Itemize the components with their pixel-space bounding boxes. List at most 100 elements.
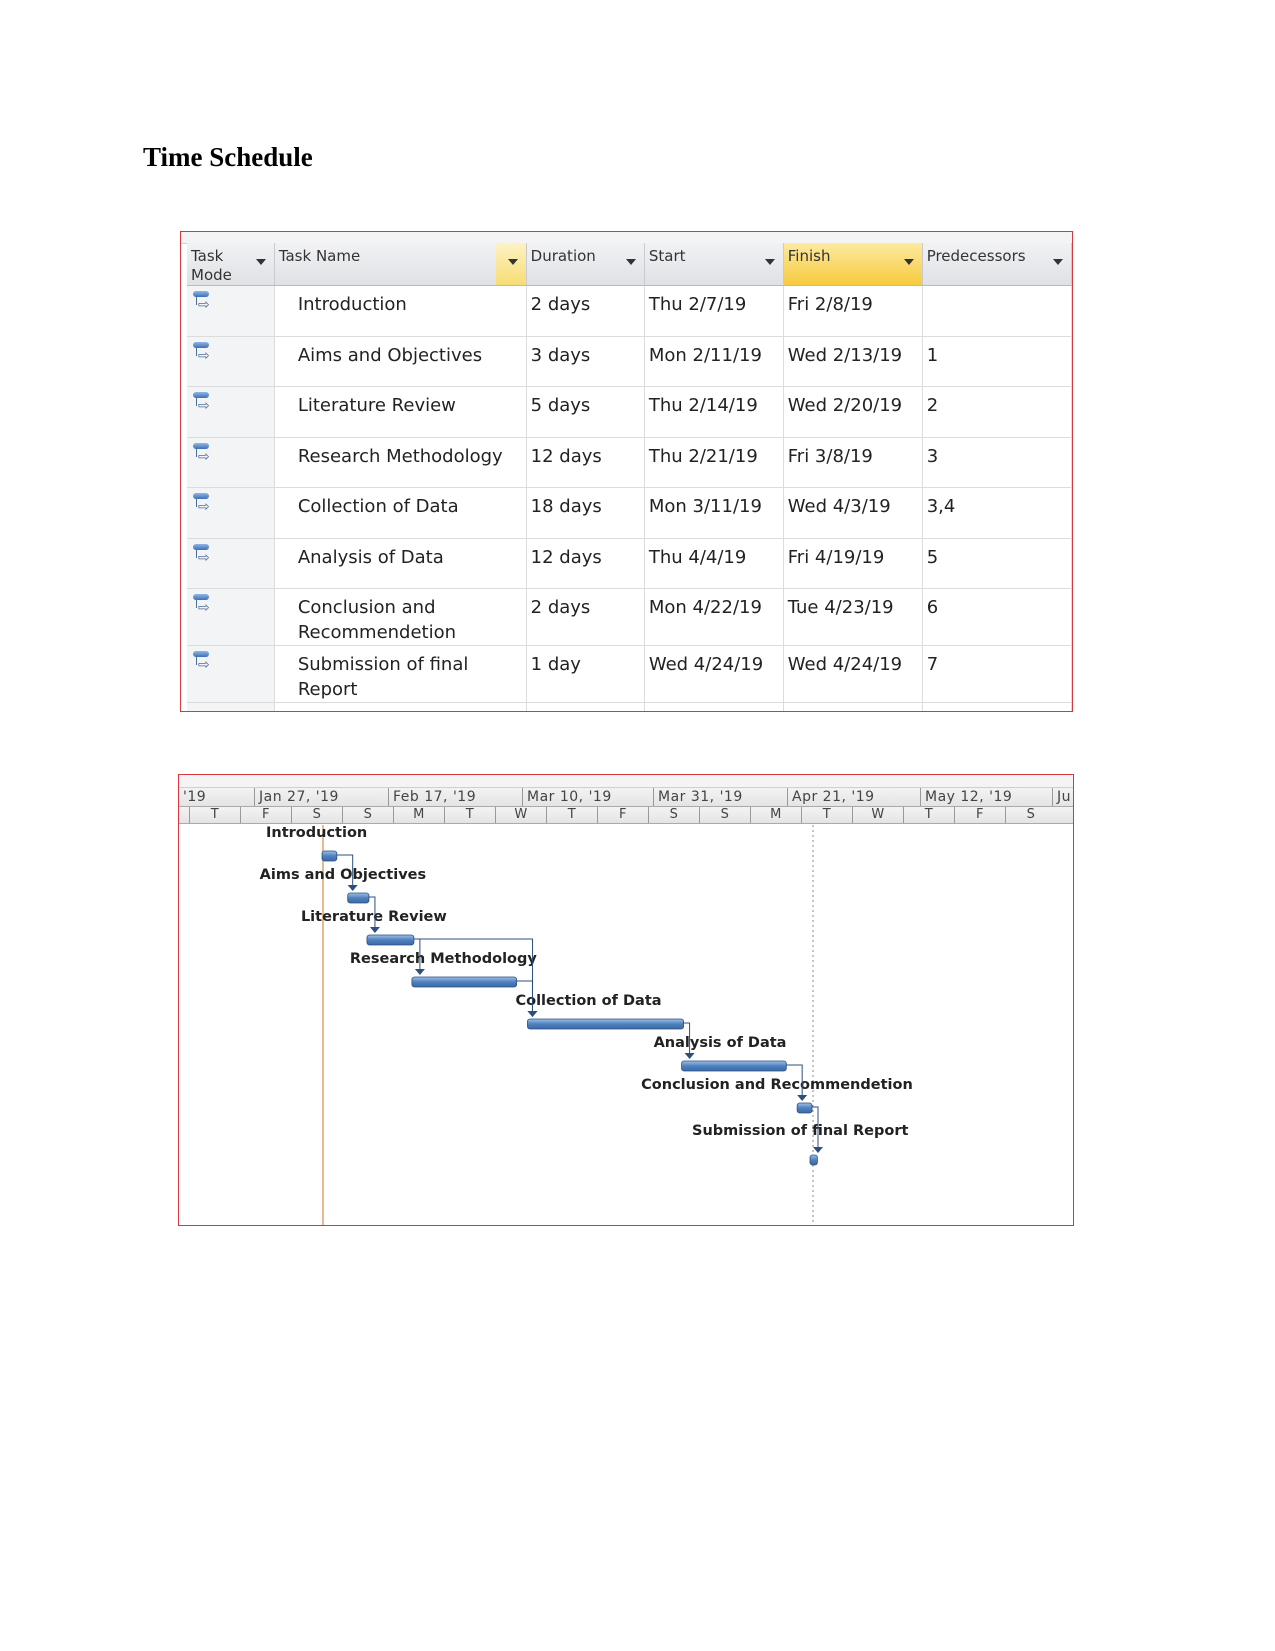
gantt-task-label: Collection of Data [515,993,661,1009]
table-row[interactable]: ⇨ Aims and Objectives 3 days Mon 2/11/19 Wed… [187,336,1072,387]
task-name-text: Submission of final [297,654,469,675]
gantt-chart-screenshot: '19 Jan 27, '19 Feb 17, '19 Mar 10, '19 Mar … [178,774,1074,1226]
table-row[interactable]: ⇨ Analysis of Data 12 days Thu 4/4/19 Fri 4/… [187,538,1072,589]
finish-cell[interactable]: Fri 4/19/19 [783,538,923,589]
empty-cell [187,702,275,711]
finish-cell[interactable]: Fri 2/8/19 [783,285,923,337]
start-cell[interactable]: Thu 2/21/19 [644,437,784,488]
auto-scheduled-task-icon: ⇨ [191,650,213,672]
duration-cell[interactable]: 2 days [526,285,645,337]
finish-cell[interactable]: Fri 3/8/19 [783,437,923,488]
dependency-arrowhead [347,885,358,891]
start-cell[interactable]: Thu 2/7/19 [644,285,784,337]
task-name-cell[interactable]: Aims and Objectives [274,336,527,387]
auto-scheduled-task-icon: ⇨ [191,341,213,363]
finish-cell[interactable]: Wed 2/13/19 [783,336,923,387]
table-row[interactable]: ⇨ Submission of final Report 1 day Wed 4/24/… [187,645,1072,703]
predecessors-cell[interactable]: 2 [922,386,1072,438]
start-cell[interactable]: Thu 2/14/19 [644,386,784,438]
auto-scheduled-task-icon: ⇨ [191,442,213,464]
chevron-down-icon[interactable] [255,259,266,265]
gantt-task-label: Literature Review [301,909,447,925]
gantt-task-bar [527,1018,684,1030]
task-name-cell[interactable]: Literature Review [274,386,527,438]
start-cell[interactable]: Wed 4/24/19 [644,645,784,703]
dependency-arrowhead [813,1147,823,1153]
finish-cell[interactable]: Wed 2/20/19 [783,386,923,438]
table-row[interactable]: ⇨ Collection of Data 18 days Mon 3/11/19 Wed… [187,487,1072,539]
task-name-text: Report [297,679,358,700]
finish-cell[interactable]: Tue 4/23/19 [783,588,923,646]
task-name-cell[interactable]: Introduction [274,285,527,337]
gantt-task-bar [321,850,338,862]
column-header-task-mode[interactable]: Task Mode [187,243,275,286]
chevron-down-icon[interactable] [625,259,636,265]
task-name-cell[interactable]: Conclusion and Recommendetion [274,588,527,646]
dependency-arrowhead [684,1053,695,1059]
predecessors-cell[interactable] [922,285,1072,337]
duration-cell[interactable]: 18 days [526,487,645,539]
duration-cell[interactable]: 12 days [526,538,645,589]
table-row-empty [187,702,1072,711]
auto-scheduled-task-icon: ⇨ [191,593,213,615]
start-cell[interactable]: Mon 4/22/19 [644,588,784,646]
empty-cell [644,702,784,711]
task-name-cell[interactable]: Submission of final Report [274,645,527,703]
column-header-start[interactable]: Start [644,243,784,286]
task-name-text: Conclusion and [297,597,436,618]
task-table-screenshot: Task Mode Task Name Duration Start Finis… [180,231,1073,712]
start-cell[interactable]: Mon 2/11/19 [644,336,784,387]
empty-cell [274,702,527,711]
dependency-arrowhead [527,1011,538,1017]
chevron-down-icon[interactable] [1053,259,1063,265]
task-name-text: Introduction [297,294,407,315]
predecessors-cell[interactable]: 5 [922,538,1072,589]
column-header-predecessors[interactable]: Predecessors [922,243,1072,286]
duration-cell[interactable]: 1 day [526,645,645,703]
column-header-duration[interactable]: Duration [526,243,645,286]
finish-cell[interactable]: Wed 4/24/19 [783,645,923,703]
task-mode-cell[interactable]: ⇨ [187,386,275,438]
start-cell[interactable]: Mon 3/11/19 [644,487,784,539]
gantt-task-bar [796,1102,813,1114]
table-row[interactable]: ⇨ Conclusion and Recommendetion 2 days Mon 4… [187,588,1072,646]
task-mode-cell[interactable]: ⇨ [187,538,275,589]
gantt-task-bar [347,892,370,904]
table-row[interactable]: ⇨ Research Methodology 12 days Thu 2/21/19 F… [187,437,1072,488]
task-name-text: Collection of Data [297,496,459,517]
task-mode-cell[interactable]: ⇨ [187,336,275,387]
start-cell[interactable]: Thu 4/4/19 [644,538,784,589]
task-mode-cell[interactable]: ⇨ [187,645,275,703]
column-header-label: Predecessors [926,247,1026,265]
column-header-finish[interactable]: Finish [783,243,923,286]
duration-cell[interactable]: 3 days [526,336,645,387]
chevron-down-icon[interactable] [507,259,518,265]
task-name-cell[interactable]: Research Methodology [274,437,527,488]
duration-cell[interactable]: 5 days [526,386,645,438]
gantt-task-label: Analysis of Data [654,1035,787,1051]
task-name-cell[interactable]: Collection of Data [274,487,527,539]
column-header-task-name[interactable]: Task Name [274,243,527,286]
predecessors-cell[interactable]: 3,4 [922,487,1072,539]
predecessors-cell[interactable]: 6 [922,588,1072,646]
predecessors-cell[interactable]: 3 [922,437,1072,488]
table-row[interactable]: ⇨ Literature Review 5 days Thu 2/14/19 Wed 2… [187,386,1072,438]
task-mode-cell[interactable]: ⇨ [187,437,275,488]
task-name-cell[interactable]: Analysis of Data [274,538,527,589]
auto-scheduled-task-icon: ⇨ [191,492,213,514]
empty-cell [526,702,645,711]
auto-scheduled-task-icon: ⇨ [191,543,213,565]
chevron-down-icon[interactable] [903,259,914,265]
predecessors-cell[interactable]: 1 [922,336,1072,387]
finish-cell[interactable]: Wed 4/3/19 [783,487,923,539]
column-header-label: Task Name [278,247,361,265]
chevron-down-icon[interactable] [764,259,775,265]
predecessors-cell[interactable]: 7 [922,645,1072,703]
duration-cell[interactable]: 12 days [526,437,645,488]
task-mode-cell[interactable]: ⇨ [187,588,275,646]
duration-cell[interactable]: 2 days [526,588,645,646]
dependency-arrowhead [797,1095,808,1101]
task-mode-cell[interactable]: ⇨ [187,285,275,337]
table-row[interactable]: ⇨ Introduction 2 days Thu 2/7/19 Fri 2/8/19 [187,285,1072,337]
task-mode-cell[interactable]: ⇨ [187,487,275,539]
